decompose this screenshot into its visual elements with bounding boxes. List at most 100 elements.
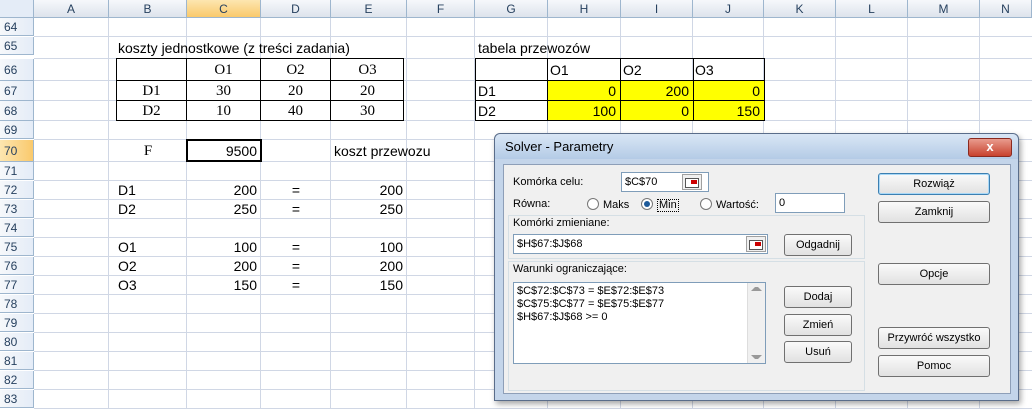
constraint-rhs: 200 xyxy=(379,258,403,274)
left-cell: 40 xyxy=(288,103,303,119)
help-button[interactable]: Pomoc xyxy=(878,355,990,377)
row-header-79[interactable]: 79 xyxy=(0,314,34,332)
row-header-76[interactable]: 76 xyxy=(0,257,34,275)
close-button[interactable]: Zamknij xyxy=(878,201,990,223)
column-header-k[interactable]: K xyxy=(764,0,836,18)
row-header-69[interactable]: 69 xyxy=(0,121,34,139)
right-cell[interactable]: 0 xyxy=(548,82,620,100)
column-header-f[interactable]: F xyxy=(407,0,475,18)
right-header-o1: O1 xyxy=(550,62,569,78)
row-header-73[interactable]: 73 xyxy=(0,200,34,218)
constraint-item[interactable]: $C$75:$C$77 = $E$75:$E$77 xyxy=(514,298,765,311)
left-row-label-d2: D2 xyxy=(142,103,161,119)
constraint-eq: = xyxy=(291,201,301,217)
constraint-rhs: 150 xyxy=(379,277,403,293)
column-header-j[interactable]: J xyxy=(693,0,764,18)
row-header-80[interactable]: 80 xyxy=(0,333,34,351)
dialog-titlebar[interactable]: Solver - Parametry x xyxy=(495,134,1018,159)
objective-label: F xyxy=(143,143,153,159)
dialog-body: Komórka celu: $C$70 Równa: Maks Min Wart… xyxy=(503,164,1011,394)
delete-button[interactable]: Usuń xyxy=(784,341,852,363)
column-header-a[interactable]: A xyxy=(34,0,109,18)
row-header-82[interactable]: 82 xyxy=(0,371,34,389)
row-header-74[interactable]: 74 xyxy=(0,219,34,237)
constraint-item[interactable]: $C$72:$C$73 = $E$72:$E$73 xyxy=(514,285,765,298)
row-header-77[interactable]: 77 xyxy=(0,276,34,294)
column-header-g[interactable]: G xyxy=(475,0,548,18)
row-header-67[interactable]: 67 xyxy=(0,81,34,101)
constraint-label: D1 xyxy=(118,182,136,198)
constraint-eq: = xyxy=(291,182,301,198)
radio-value-label: Wartość: xyxy=(716,199,759,211)
right-cell[interactable]: 0 xyxy=(621,102,693,120)
left-cell: 30 xyxy=(216,83,231,99)
column-header-i[interactable]: I xyxy=(621,0,693,18)
dialog-title: Solver - Parametry xyxy=(505,139,614,154)
constraint-item[interactable]: $H$67:$J$68 >= 0 xyxy=(514,311,765,324)
row-header-72[interactable]: 72 xyxy=(0,181,34,199)
changing-cells-field[interactable]: $H$67:$J$68 xyxy=(513,234,768,254)
radio-max[interactable] xyxy=(587,198,599,210)
constraint-value: 200 xyxy=(233,182,257,198)
objective-caption: koszt przewozu xyxy=(334,143,431,159)
add-button[interactable]: Dodaj xyxy=(784,286,852,308)
row-header-65[interactable]: 65 xyxy=(0,37,34,55)
row-header-66[interactable]: 66 xyxy=(0,59,34,81)
column-header-e[interactable]: E xyxy=(331,0,407,18)
row-header-81[interactable]: 81 xyxy=(0,352,34,370)
equal-to-label: Równa: xyxy=(513,198,551,210)
solve-button[interactable]: Rozwiąż xyxy=(878,173,990,195)
row-header-75[interactable]: 75 xyxy=(0,238,34,256)
right-header-o2: O2 xyxy=(623,62,642,78)
radio-min[interactable] xyxy=(641,198,653,210)
constraints-list[interactable]: $C$72:$C$73 = $E$72:$E$73 $C$75:$C$77 = … xyxy=(513,282,766,364)
right-row-label-d2: D2 xyxy=(478,103,496,119)
row-header-78[interactable]: 78 xyxy=(0,295,34,313)
constraint-value: 200 xyxy=(233,258,257,274)
options-button[interactable]: Opcje xyxy=(878,263,990,285)
constraint-eq: = xyxy=(291,258,301,274)
change-button[interactable]: Zmień xyxy=(784,314,852,336)
value-of-field[interactable]: 0 xyxy=(775,193,845,213)
radio-min-label: Min xyxy=(657,199,679,212)
constraint-label: O2 xyxy=(118,258,137,274)
radio-max-label: Maks xyxy=(603,199,630,211)
close-icon[interactable]: x xyxy=(968,138,1012,157)
constraint-rhs: 100 xyxy=(379,239,403,255)
guess-button[interactable]: Odgadnij xyxy=(784,234,852,256)
left-cell: 20 xyxy=(288,83,303,99)
right-cell[interactable]: 100 xyxy=(548,102,620,120)
constraint-eq: = xyxy=(291,239,301,255)
column-header-m[interactable]: M xyxy=(908,0,980,18)
select-all-corner[interactable] xyxy=(0,0,34,18)
column-header-d[interactable]: D xyxy=(261,0,331,18)
target-cell-label: Komórka celu: xyxy=(513,176,584,188)
objective-value[interactable]: 9500 xyxy=(187,142,261,160)
row-header-71[interactable]: 71 xyxy=(0,162,34,180)
row-header-64[interactable]: 64 xyxy=(0,18,34,36)
radio-value-of[interactable] xyxy=(700,198,712,210)
left-cell: 20 xyxy=(360,83,375,99)
column-header-n[interactable]: N xyxy=(980,0,1032,18)
right-row-label-d1: D1 xyxy=(478,83,496,99)
column-header-b[interactable]: B xyxy=(109,0,187,18)
constraint-label: O1 xyxy=(118,239,137,255)
collapse-dialog-icon[interactable] xyxy=(682,174,702,190)
constraint-value: 250 xyxy=(233,201,257,217)
left-header-o1: O1 xyxy=(214,62,233,78)
reset-all-button[interactable]: Przywróć wszystko xyxy=(878,327,990,349)
row-header-70[interactable]: 70 xyxy=(0,140,34,162)
left-cell: 10 xyxy=(216,103,231,119)
right-cell[interactable]: 200 xyxy=(621,82,693,100)
constraints-scrollbar[interactable] xyxy=(747,283,765,363)
right-table-title: tabela przewozów xyxy=(478,40,591,56)
collapse-dialog-icon[interactable] xyxy=(746,236,766,252)
constraint-value: 100 xyxy=(233,239,257,255)
right-cell[interactable]: 0 xyxy=(693,82,764,100)
row-header-68[interactable]: 68 xyxy=(0,101,34,121)
column-header-l[interactable]: L xyxy=(836,0,908,18)
right-cell[interactable]: 150 xyxy=(693,102,764,120)
column-header-c[interactable]: C xyxy=(187,0,261,18)
row-header-83[interactable]: 83 xyxy=(0,390,34,408)
column-header-h[interactable]: H xyxy=(548,0,621,18)
